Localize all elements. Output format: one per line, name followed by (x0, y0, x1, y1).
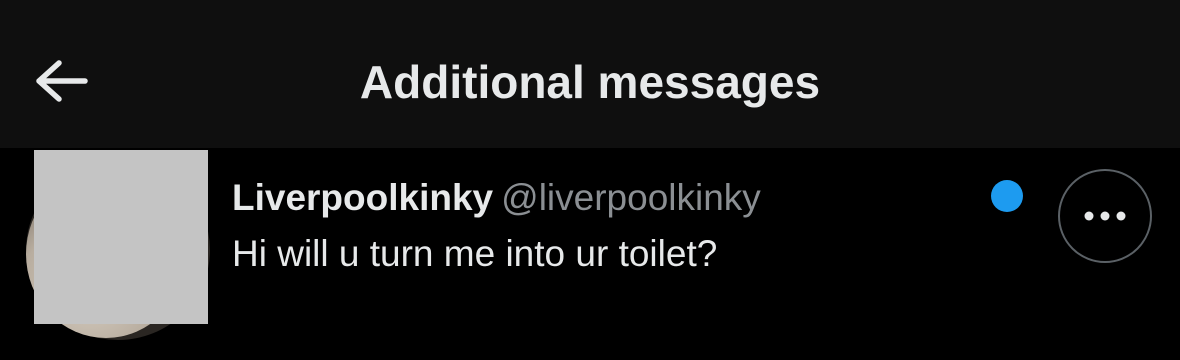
unread-indicator-dot (991, 180, 1023, 212)
back-button[interactable] (30, 52, 92, 110)
top-bar: Additional messages (0, 0, 1180, 148)
page-title: Additional messages (359, 56, 821, 108)
sender-display-name[interactable]: Liverpoolkinky (232, 177, 493, 218)
avatar-redaction (34, 150, 208, 324)
more-horizontal-icon (1084, 211, 1126, 221)
sender-line: Liverpoolkinky @liverpoolkinky (232, 176, 761, 220)
sender-handle: @liverpoolkinky (501, 177, 761, 218)
message-preview: Hi will u turn me into ur toilet? (232, 233, 718, 274)
arrow-left-icon (36, 60, 88, 102)
more-options-button[interactable] (1058, 169, 1152, 263)
